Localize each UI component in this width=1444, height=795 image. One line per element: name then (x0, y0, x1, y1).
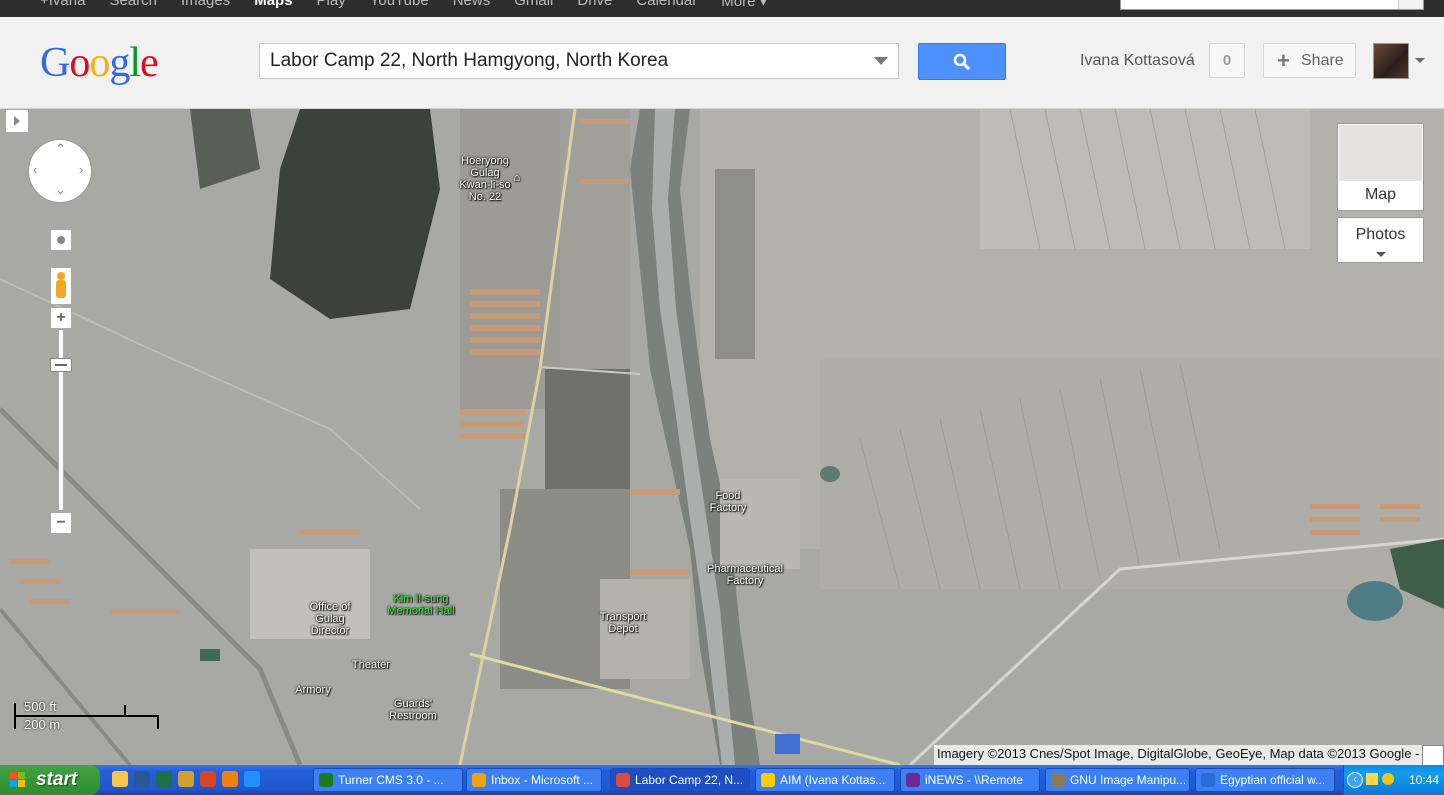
vlc-icon[interactable] (222, 771, 238, 787)
search-icon (953, 53, 971, 71)
google-logo[interactable]: Google (40, 39, 159, 87)
top-bar-search-button[interactable] (1398, 0, 1423, 9)
search-button[interactable] (918, 43, 1006, 80)
quick-launch-icon[interactable] (112, 771, 128, 787)
taskbar-button-inews[interactable]: iNEWS - \\Remote (900, 768, 1040, 792)
satellite-imagery (0, 109, 1444, 765)
top-nav-item[interactable]: More ▾ (721, 0, 767, 10)
app-icon[interactable] (200, 771, 216, 787)
taskbar-button-gimp[interactable]: GNU Image Manipu... (1045, 768, 1190, 792)
system-tray: ‹ 10:44 (1343, 765, 1444, 795)
start-button[interactable]: start (0, 765, 100, 795)
plus-icon: + (1277, 48, 1290, 73)
scale-bar: 500 ft 200 m (14, 699, 164, 739)
place-label-food-factory[interactable]: Food Factory (692, 490, 764, 514)
place-label-guards-restroom[interactable]: Guards' Restroom (383, 698, 443, 722)
taskbar-button-labor-camp[interactable]: Labor Camp 22, N... (610, 768, 750, 792)
pan-down-icon[interactable]: ⌄ (55, 182, 66, 198)
tray-expand-icon[interactable]: ‹ (1347, 772, 1363, 788)
aim-tray-icon[interactable] (1382, 773, 1394, 785)
place-label-pharmaceutical-factory[interactable]: Pharmaceutical Factory (690, 563, 800, 587)
photos-layer-button[interactable]: Photos (1337, 217, 1424, 263)
taskbar-button-aim[interactable]: AIM (Ivana Kottas... (755, 768, 895, 792)
notifications-button[interactable]: 0 (1209, 43, 1245, 78)
pan-right-icon[interactable]: › (79, 162, 83, 177)
zoom-slider-thumb[interactable] (50, 358, 72, 372)
top-nav-item[interactable]: News (453, 0, 491, 10)
map-type-button[interactable]: Map (1337, 123, 1424, 211)
messenger-icon[interactable] (178, 771, 194, 787)
map-canvas[interactable]: ⌃ ⌄ ‹ › + − Map Photos Hoeryong Gulag Kw… (0, 109, 1444, 765)
chrome-icon (616, 773, 630, 787)
pan-control[interactable]: ⌃ ⌄ ‹ › (28, 139, 92, 203)
place-label-office-of-gulag-director[interactable]: Office of Gulag Director (300, 601, 360, 637)
top-bar-search[interactable] (1120, 0, 1424, 10)
search-dropdown-arrow-icon[interactable] (874, 57, 888, 65)
google-top-bar: +Ivana Search Images Maps Play YouTube News Gma… (0, 0, 1444, 17)
place-label-kim-il-sung-memorial-hall[interactable]: Kim Il-sung Memorial Hall (380, 593, 462, 617)
place-label-armory[interactable]: Armory (288, 684, 338, 696)
windows-flag-icon (10, 772, 25, 787)
windows-taskbar: start Turner CMS 3.0 - ... Inbox - Micro… (0, 765, 1444, 795)
outlook-icon (472, 773, 486, 787)
top-nav-item[interactable]: YouTube (370, 0, 429, 10)
word-icon[interactable] (134, 771, 150, 787)
zoom-slider-track[interactable] (58, 329, 64, 511)
share-button[interactable]: + Share (1263, 43, 1356, 78)
taskbar-button-inbox[interactable]: Inbox - Microsoft ... (466, 768, 602, 792)
clock[interactable]: 10:44 (1409, 773, 1439, 787)
taskbar-button-turner-cms[interactable]: Turner CMS 3.0 - ... (313, 768, 463, 792)
account-dropdown-icon[interactable] (1415, 58, 1425, 63)
gimp-icon (1051, 773, 1065, 787)
pan-up-icon[interactable]: ⌃ (55, 141, 66, 157)
top-nav-item[interactable]: Search (109, 0, 157, 10)
user-name-link[interactable]: Ivana Kottasová (1080, 52, 1195, 70)
zoom-out-button[interactable]: − (50, 512, 72, 534)
panel-collapse-button[interactable] (5, 109, 29, 133)
taskbar-button-egyptian-official[interactable]: Egyptian official w... (1195, 768, 1335, 792)
top-nav-item[interactable]: Play (317, 0, 346, 10)
inews-icon (906, 773, 920, 787)
quick-launch (112, 771, 260, 787)
pan-left-icon[interactable]: ‹ (33, 162, 37, 177)
place-label-transport-depot[interactable]: Transport Depot (590, 611, 656, 635)
street-view-pegman-icon[interactable] (50, 267, 72, 305)
place-label-theater[interactable]: Theater (346, 659, 396, 671)
top-nav-item[interactable]: Calendar (636, 0, 697, 10)
search-input[interactable] (270, 50, 850, 72)
reset-view-button[interactable] (50, 229, 72, 251)
maps-header: Google Ivana Kottasová 0 +Share (0, 17, 1444, 109)
ie-icon[interactable] (244, 771, 260, 787)
map-type-thumbnail (1339, 125, 1422, 181)
chevron-down-icon (1376, 252, 1386, 257)
top-nav: +Ivana Search Images Maps Play YouTube News Gma… (40, 0, 767, 10)
aim-icon (761, 773, 775, 787)
search-box[interactable] (259, 43, 899, 79)
expand-icon[interactable] (1422, 745, 1444, 765)
mail-icon[interactable] (1366, 773, 1378, 785)
excel-icon[interactable] (156, 771, 172, 787)
app-icon (319, 773, 333, 787)
top-nav-item[interactable]: Gmail (514, 0, 553, 10)
map-attribution: Imagery ©2013 Cnes/Spot Image, DigitalGl… (934, 745, 1423, 765)
top-nav-item[interactable]: Images (181, 0, 230, 10)
ie-icon (1201, 773, 1215, 787)
top-nav-item[interactable]: +Ivana (40, 0, 85, 10)
zoom-in-button[interactable]: + (50, 307, 72, 329)
top-nav-item[interactable]: Drive (577, 0, 612, 10)
avatar[interactable] (1373, 43, 1409, 79)
monument-icon: ⌂ (513, 172, 521, 184)
top-nav-item[interactable]: Maps (254, 0, 292, 10)
